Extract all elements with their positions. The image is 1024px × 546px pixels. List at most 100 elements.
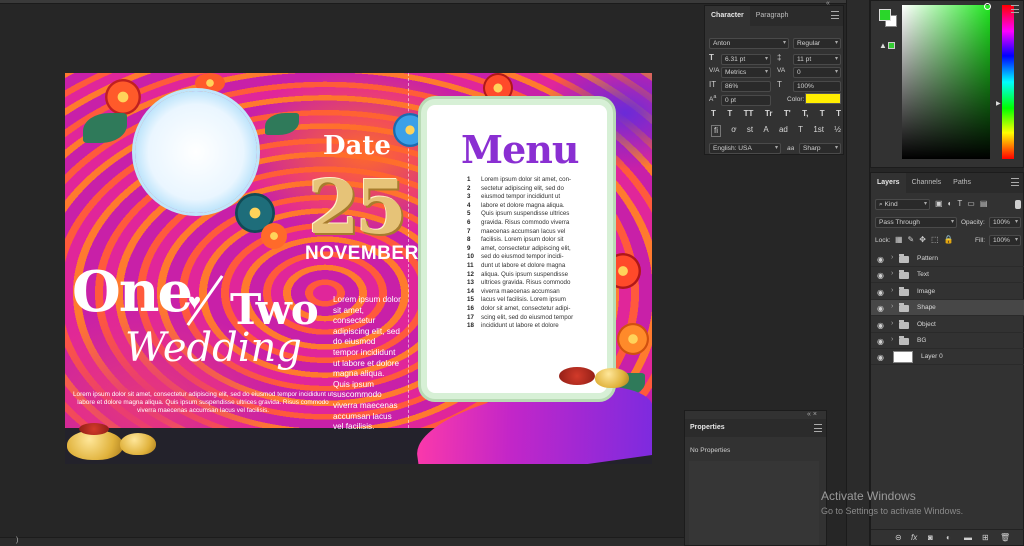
chevron-right-icon[interactable]: › (891, 336, 893, 343)
eye-icon[interactable]: ◉ (877, 304, 884, 313)
menu-item[interactable]: 14 viverra maecenas accumsan (467, 288, 587, 297)
blend-mode-select[interactable]: Pass Through ▾ (875, 217, 957, 228)
panel-menu-icon[interactable] (831, 11, 839, 19)
chevron-right-icon[interactable]: › (891, 303, 893, 310)
eye-icon[interactable]: ◉ (877, 337, 884, 346)
menu-item[interactable]: 12 aliqua. Quis ipsum suspendisse (467, 271, 587, 280)
type-style-button[interactable]: TT (744, 109, 754, 121)
eye-icon[interactable]: ◉ (877, 288, 884, 297)
tab-paths[interactable]: Paths (947, 173, 977, 193)
opentype-button[interactable]: 1st (813, 125, 824, 137)
menu-item[interactable]: 4 labore et dolore magna aliqua. (467, 202, 587, 211)
title-wedding[interactable]: Wedding (125, 325, 302, 371)
chevron-right-icon[interactable]: › (891, 320, 893, 327)
menu-item[interactable]: 8 facilisis. Lorem ipsum dolor sit (467, 236, 587, 245)
hue-slider-marker[interactable]: ▶ (996, 100, 1001, 107)
menu-list[interactable]: 1 Lorem ipsum dolor sit amet, con- 2 sectet… (467, 176, 587, 331)
opentype-button[interactable]: T (798, 125, 803, 137)
type-style-button[interactable]: T (727, 109, 732, 121)
status-bar-arrow[interactable]: ) (16, 537, 18, 544)
opentype-button[interactable]: fi (711, 125, 721, 137)
menu-item[interactable]: 6 gravida. Risus commodo viverra (467, 219, 587, 228)
menu-item[interactable]: 2 sectetur adipiscing elit, sed do (467, 185, 587, 194)
collapse-panel-icon[interactable]: « × (807, 411, 817, 418)
photo-circle-placeholder[interactable] (135, 91, 257, 213)
date-month[interactable]: NOVEMBER (305, 243, 419, 265)
baseline-shift-field[interactable]: 0 pt (721, 95, 771, 106)
menu-item[interactable]: 15 lacus vel facilisis. Lorem ipsum (467, 296, 587, 305)
panel-menu-icon[interactable] (814, 424, 822, 432)
foreground-color-swatch[interactable] (879, 9, 891, 21)
filter-toggle-icon[interactable] (1015, 200, 1021, 209)
type-style-button[interactable]: T, (802, 109, 808, 121)
trash-icon[interactable]: 🗑 (1000, 533, 1010, 542)
eye-icon[interactable]: ◉ (877, 321, 884, 330)
menu-item[interactable]: 9 amet, consectetur adipiscing elit, (467, 245, 587, 254)
opentype-button[interactable]: A (763, 125, 768, 137)
web-safe-swatch[interactable] (888, 42, 895, 49)
eye-icon[interactable]: ◉ (877, 271, 884, 280)
type-style-button[interactable]: T' (784, 109, 791, 121)
bottom-paragraph[interactable]: Lorem ipsum dolor sit amet, consectetur … (69, 391, 337, 416)
opentype-button[interactable]: st (747, 125, 753, 137)
type-style-button[interactable]: T (836, 109, 841, 121)
menu-item[interactable]: 7 maecenas accumsan lacus vel (467, 228, 587, 237)
layer-row-image[interactable]: ◉ › Image (871, 284, 1024, 300)
kerning-select[interactable]: Metrics ▾ (721, 67, 771, 78)
eye-icon[interactable]: ◉ (877, 353, 884, 362)
tab-character[interactable]: Character (705, 6, 750, 26)
link-icon[interactable]: ⊝ (895, 533, 902, 542)
menu-item[interactable]: 3 eiusmod tempor incididunt ut (467, 193, 587, 202)
menu-title[interactable]: Menu (461, 127, 579, 172)
layer-filter-select[interactable]: ⌕ Kind ▾ (875, 199, 930, 210)
chevron-right-icon[interactable]: › (891, 287, 893, 294)
layer-row-text[interactable]: ◉ › Text (871, 267, 1024, 284)
panel-menu-icon[interactable] (1011, 5, 1019, 13)
date-label[interactable]: Date (323, 131, 391, 161)
chevron-right-icon[interactable]: › (891, 254, 893, 261)
layer-filter-icons[interactable]: ▣◐T▭▤ (935, 199, 992, 208)
menu-item[interactable]: 1 Lorem ipsum dolor sit amet, con- (467, 176, 587, 185)
vertical-scale-field[interactable]: 86% (721, 81, 771, 92)
fx-icon[interactable]: fx (911, 533, 917, 542)
layer-row-bg[interactable]: ◉ › BG (871, 333, 1024, 349)
tab-channels[interactable]: Channels (906, 173, 948, 193)
new-layer-icon[interactable]: ⊞ (982, 533, 989, 542)
menu-item[interactable]: 16 dolor sit amet, consectetur adipi- (467, 305, 587, 314)
leading-field[interactable]: 11 pt ▾ (793, 54, 841, 65)
date-number[interactable]: 25 (308, 165, 407, 251)
font-style-select[interactable]: Regular ▾ (793, 38, 841, 49)
artboard-canvas[interactable]: Menu 1 Lorem ipsum dolor sit amet, con- 2 s… (65, 73, 652, 464)
type-style-button[interactable]: T (820, 109, 825, 121)
layer-row-layer-0[interactable]: ◉ Layer 0 (871, 349, 1024, 366)
menu-item[interactable]: 17 scing elit, sed do eiusmod tempor (467, 314, 587, 323)
panel-menu-icon[interactable] (1011, 178, 1019, 186)
opentype-button[interactable]: ơ (731, 125, 736, 137)
menu-item[interactable]: 10 sed do eiusmod tempor incidi- (467, 253, 587, 262)
type-style-button[interactable]: Tr (765, 109, 773, 121)
tab-layers[interactable]: Layers (871, 173, 906, 193)
layer-row-object[interactable]: ◉ › Object (871, 317, 1024, 333)
font-size-field[interactable]: 6.31 pt ▾ (721, 54, 771, 65)
side-paragraph[interactable]: Lorem ipsum dolor sit amet, consectetur … (333, 295, 401, 433)
menu-item[interactable]: 11 dunt ut labore et dolore magna (467, 262, 587, 271)
opentype-button[interactable]: ½ (834, 125, 841, 137)
layer-row-shape[interactable]: ◉ › Shape (871, 300, 1024, 317)
menu-item[interactable]: 18 incididunt ut labore et dolore (467, 322, 587, 331)
type-style-button[interactable]: T (711, 109, 716, 121)
tracking-field[interactable]: 0 ▾ (793, 67, 841, 78)
lock-icons[interactable]: ▦✎✥⬚🔒 (895, 235, 958, 244)
mask-icon[interactable]: ◙ (928, 533, 933, 542)
font-family-select[interactable]: Anton ▾ (709, 38, 789, 49)
horizontal-scale-field[interactable]: 100% (793, 81, 841, 92)
adjustment-icon[interactable]: ◐ (946, 533, 951, 542)
antialias-select[interactable]: Sharp ▾ (799, 143, 841, 154)
opacity-field[interactable]: 100% ▾ (989, 217, 1021, 228)
opentype-button[interactable]: ad (779, 125, 788, 137)
layer-row-pattern[interactable]: ◉ › Pattern (871, 251, 1024, 267)
fill-field[interactable]: 100% ▾ (989, 235, 1021, 246)
collapse-panel-icon[interactable]: « (826, 0, 830, 7)
tab-paragraph[interactable]: Paragraph (750, 6, 795, 26)
color-field[interactable] (902, 5, 990, 159)
title-one[interactable]: One (72, 259, 193, 325)
